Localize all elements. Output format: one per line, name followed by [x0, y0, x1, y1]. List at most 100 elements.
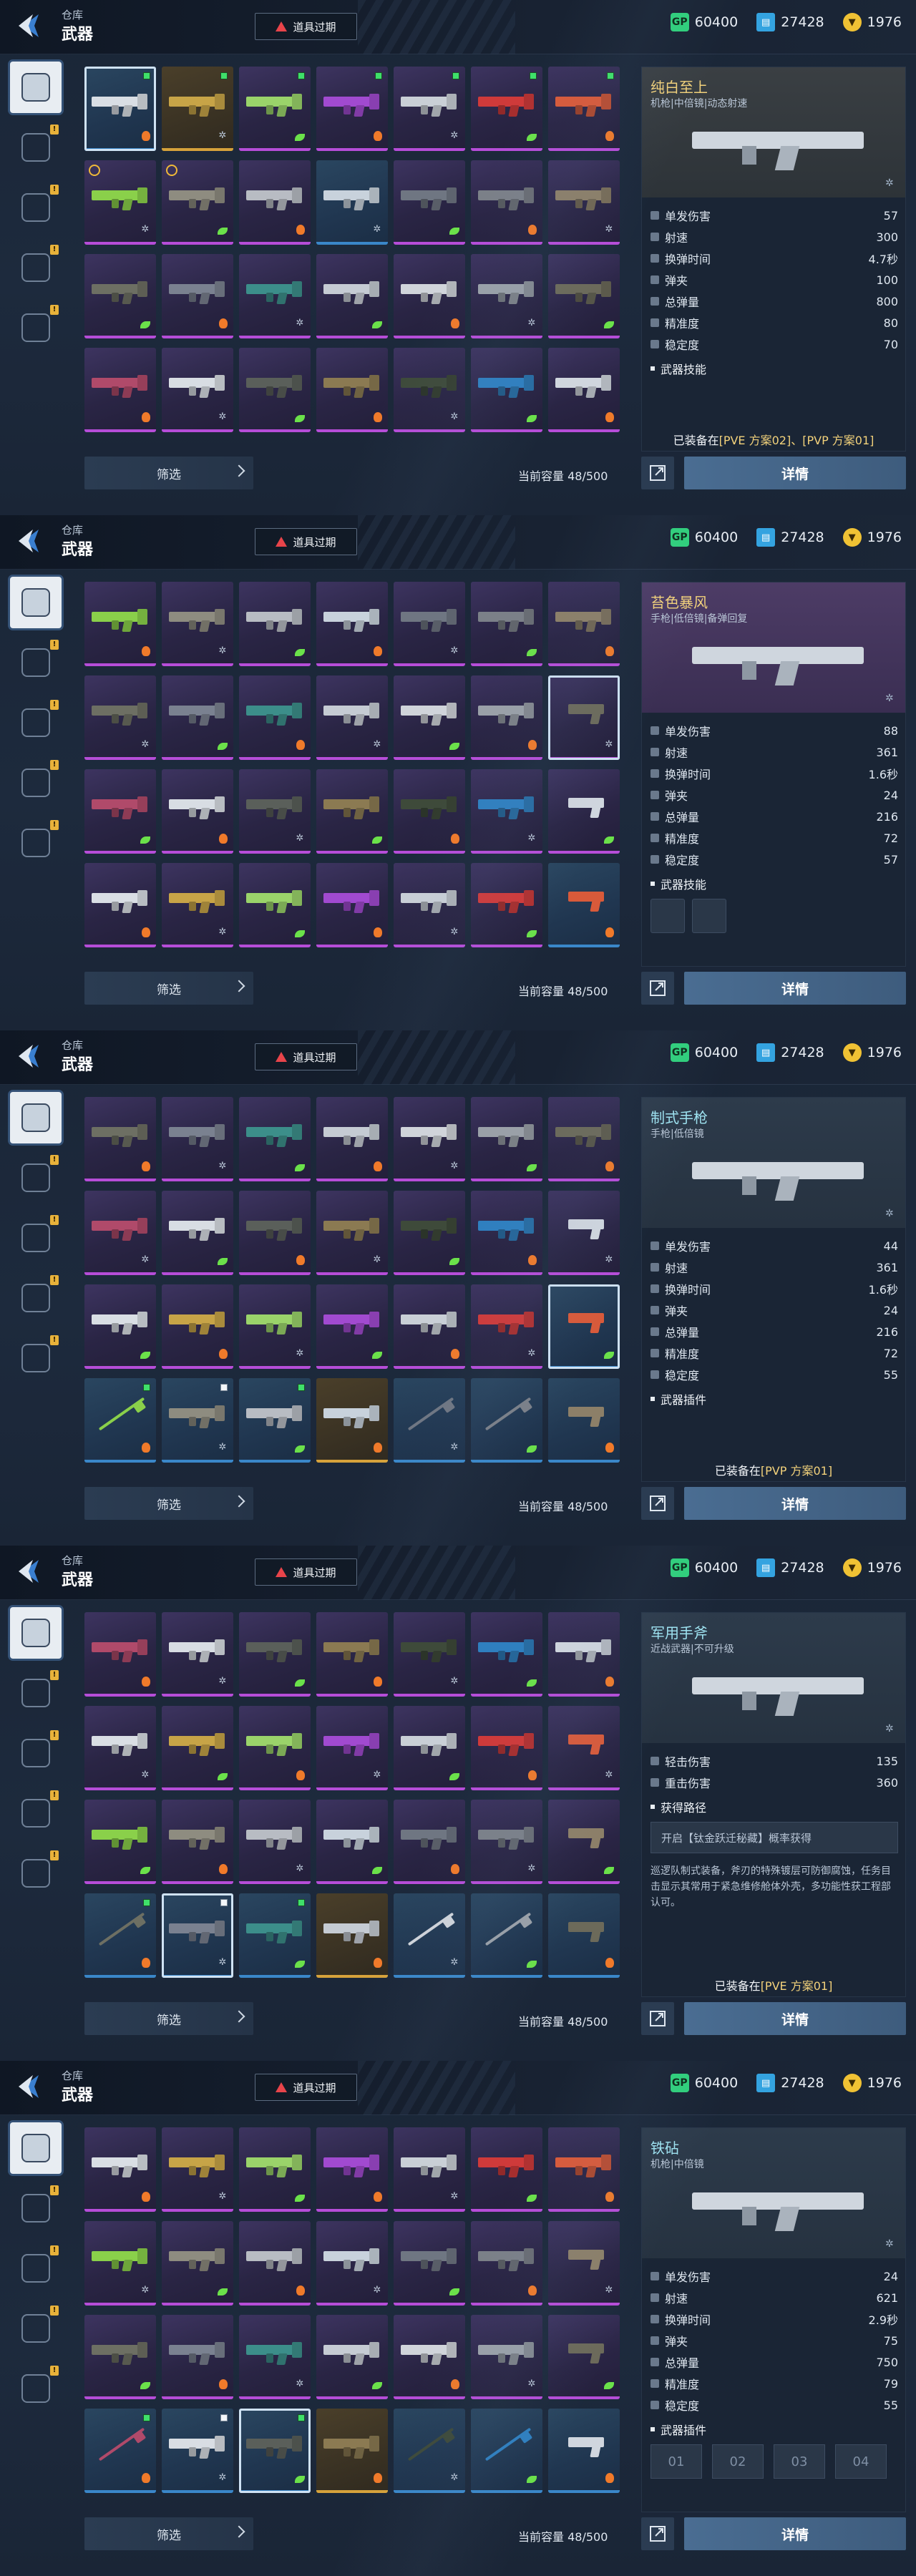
weapon-cell[interactable]: ✲	[239, 254, 311, 338]
weapon-cell[interactable]: ✲	[162, 2409, 233, 2493]
weapon-cell[interactable]	[394, 1706, 465, 1790]
weapon-cell[interactable]	[394, 675, 465, 760]
weapon-cell[interactable]	[548, 67, 620, 151]
sidebar-tab-guns[interactable]	[10, 62, 62, 113]
weapon-cell[interactable]	[239, 1191, 311, 1275]
detail-button[interactable]: 详情	[684, 2517, 906, 2550]
weapon-cell[interactable]: ✲	[394, 1378, 465, 1463]
weapon-cell[interactable]	[162, 2315, 233, 2399]
weapon-cell[interactable]	[316, 1612, 388, 1697]
weapon-cell[interactable]: ✲	[162, 582, 233, 666]
weapon-cell[interactable]: ✲	[471, 1284, 542, 1369]
sidebar-tab-consumables[interactable]: !	[10, 697, 62, 748]
weapon-cell[interactable]	[239, 2221, 311, 2306]
sidebar-tab-gear[interactable]: !	[10, 637, 62, 688]
weapon-cell[interactable]	[548, 2127, 620, 2212]
filter-button[interactable]: 筛选	[84, 2517, 253, 2550]
weapon-cell[interactable]	[84, 1378, 156, 1463]
weapon-cell[interactable]	[239, 348, 311, 432]
back-button[interactable]	[14, 1038, 44, 1075]
weapon-cell[interactable]: ✲	[162, 2127, 233, 2212]
weapon-cell[interactable]	[548, 1893, 620, 1978]
weapon-cell[interactable]	[316, 1893, 388, 1978]
weapon-cell[interactable]	[84, 1612, 156, 1697]
weapon-cell[interactable]	[162, 160, 233, 245]
detail-button[interactable]: 详情	[684, 972, 906, 1005]
weapon-cell[interactable]: ✲	[316, 160, 388, 245]
filter-button[interactable]: 筛选	[84, 972, 253, 1005]
filter-button[interactable]: 筛选	[84, 2002, 253, 2035]
sidebar-tab-vehicles[interactable]: !	[10, 2303, 62, 2354]
weapon-cell[interactable]	[471, 2127, 542, 2212]
weapon-cell[interactable]: ✲	[162, 348, 233, 432]
share-button[interactable]	[641, 457, 674, 489]
back-button[interactable]	[14, 2068, 44, 2105]
weapon-cell[interactable]: ✲	[394, 863, 465, 947]
weapon-cell[interactable]	[162, 1800, 233, 1884]
share-button[interactable]	[641, 2517, 674, 2550]
weapon-cell[interactable]: ✲	[162, 1378, 233, 1463]
expired-items-button[interactable]: 道具过期	[255, 1043, 357, 1070]
back-button[interactable]	[14, 7, 44, 44]
weapon-cell[interactable]: ✲	[239, 1800, 311, 1884]
weapon-cell[interactable]: ✲	[239, 1284, 311, 1369]
weapon-cell[interactable]	[162, 254, 233, 338]
weapon-cell[interactable]: ✲	[394, 1893, 465, 1978]
detail-button[interactable]: 详情	[684, 1487, 906, 1520]
expired-items-button[interactable]: 道具过期	[255, 528, 357, 555]
weapon-cell[interactable]	[548, 1378, 620, 1463]
weapon-cell[interactable]: ✲	[162, 67, 233, 151]
sidebar-tab-misc[interactable]: !	[10, 1848, 62, 1899]
weapon-cell[interactable]	[471, 160, 542, 245]
weapon-cell[interactable]	[471, 1191, 542, 1275]
weapon-cell[interactable]	[548, 769, 620, 854]
sidebar-tab-misc[interactable]: !	[10, 2363, 62, 2414]
weapon-cell[interactable]	[548, 863, 620, 947]
weapon-cell[interactable]: ✲	[84, 2221, 156, 2306]
plugin-slot[interactable]: 03	[774, 2444, 825, 2479]
weapon-cell[interactable]	[316, 348, 388, 432]
weapon-cell[interactable]: ✲	[394, 582, 465, 666]
weapon-cell[interactable]	[239, 863, 311, 947]
weapon-cell[interactable]	[84, 2315, 156, 2399]
sidebar-tab-guns[interactable]	[10, 1607, 62, 1659]
weapon-cell[interactable]: ✲	[162, 1612, 233, 1697]
weapon-cell[interactable]	[394, 2221, 465, 2306]
weapon-cell[interactable]	[84, 582, 156, 666]
weapon-cell[interactable]	[316, 2409, 388, 2493]
weapon-cell[interactable]	[471, 1612, 542, 1697]
weapon-cell[interactable]: ✲	[394, 1097, 465, 1181]
weapon-cell[interactable]	[548, 2315, 620, 2399]
weapon-cell[interactable]	[316, 2315, 388, 2399]
weapon-cell[interactable]: ✲	[162, 1893, 233, 1978]
weapon-cell[interactable]: ✲	[316, 1706, 388, 1790]
weapon-cell[interactable]	[316, 1097, 388, 1181]
weapon-cell[interactable]	[84, 348, 156, 432]
weapon-cell[interactable]	[84, 1893, 156, 1978]
weapon-cell[interactable]	[548, 1800, 620, 1884]
weapon-cell[interactable]	[394, 1284, 465, 1369]
weapon-cell[interactable]	[316, 1284, 388, 1369]
weapon-cell[interactable]: ✲	[548, 160, 620, 245]
weapon-cell[interactable]: ✲	[316, 675, 388, 760]
weapon-cell[interactable]: ✲	[316, 2221, 388, 2306]
share-button[interactable]	[641, 972, 674, 1005]
weapon-cell[interactable]	[84, 254, 156, 338]
filter-button[interactable]: 筛选	[84, 1487, 253, 1520]
weapon-cell[interactable]	[162, 1191, 233, 1275]
weapon-cell[interactable]	[394, 769, 465, 854]
weapon-cell[interactable]: ✲	[162, 863, 233, 947]
weapon-cell[interactable]	[316, 67, 388, 151]
weapon-cell[interactable]	[471, 2221, 542, 2306]
weapon-cell[interactable]	[239, 1097, 311, 1181]
weapon-cell[interactable]	[239, 1612, 311, 1697]
weapon-cell[interactable]: ✲	[471, 254, 542, 338]
weapon-cell[interactable]: ✲	[394, 2409, 465, 2493]
weapon-cell[interactable]: ✲	[394, 67, 465, 151]
sidebar-tab-vehicles[interactable]: !	[10, 242, 62, 293]
plugin-slot[interactable]: 02	[712, 2444, 764, 2479]
sidebar-tab-consumables[interactable]: !	[10, 182, 62, 233]
weapon-cell[interactable]	[162, 1284, 233, 1369]
weapon-cell[interactable]	[239, 1893, 311, 1978]
weapon-cell[interactable]	[162, 1706, 233, 1790]
